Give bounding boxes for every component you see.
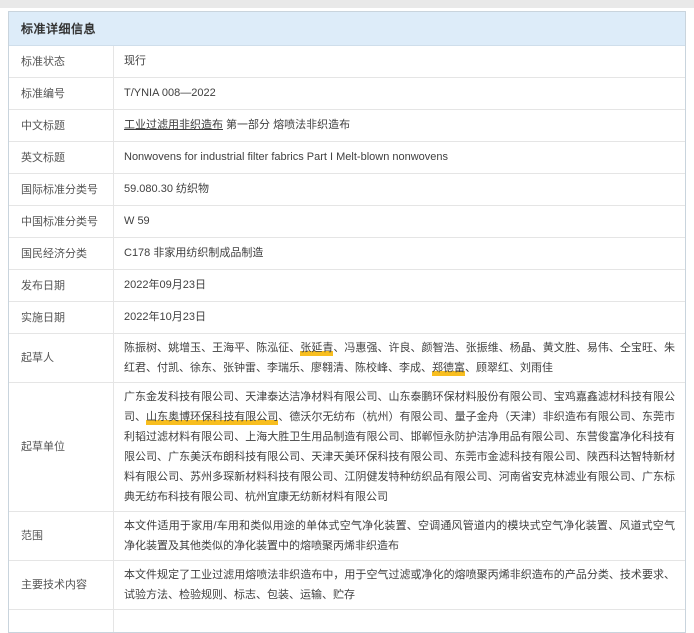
field-label: 实施日期 xyxy=(9,302,114,333)
field-label: 中国标准分类号 xyxy=(9,206,114,237)
table-row: 标准状态 现行 xyxy=(9,46,685,78)
field-value: W 59 xyxy=(114,206,685,237)
field-label: 起草单位 xyxy=(9,383,114,511)
value-text: 、顾翠红、刘雨佳 xyxy=(465,362,553,374)
field-value: 工业过滤用非织造布 第一部分 熔喷法非织造布 xyxy=(114,110,685,141)
standard-title-link[interactable]: 工业过滤用非织造布 xyxy=(124,119,223,131)
standard-detail-panel: 标准详细信息 标准状态 现行 标准编号 T/YNIA 008—2022 中文标题… xyxy=(8,11,686,633)
field-label: 发布日期 xyxy=(9,270,114,301)
field-value: 本文件规定了工业过滤用熔喷法非织造布中，用于空气过滤或净化的熔喷聚丙烯非织造布的… xyxy=(114,561,685,609)
field-label: 国民经济分类 xyxy=(9,238,114,269)
table-row: 国民经济分类 C178 非家用纺织制成品制造 xyxy=(9,238,685,270)
table-row: 中国标准分类号 W 59 xyxy=(9,206,685,238)
table-row: 国际标准分类号 59.080.30 纺织物 xyxy=(9,174,685,206)
field-value: 2022年09月23日 xyxy=(114,270,685,301)
table-row: 主要技术内容 本文件规定了工业过滤用熔喷法非织造布中，用于空气过滤或净化的熔喷聚… xyxy=(9,561,685,610)
field-label: 国际标准分类号 xyxy=(9,174,114,205)
field-label: 起草人 xyxy=(9,334,114,382)
table-row: 标准编号 T/YNIA 008—2022 xyxy=(9,78,685,110)
field-value: 广东金发科技有限公司、天津泰达洁净材料有限公司、山东泰鹏环保材料股份有限公司、宝… xyxy=(114,383,685,511)
field-label: 英文标题 xyxy=(9,142,114,173)
table-row: 范围 本文件适用于家用/车用和类似用途的单体式空气净化装置、空调通风管道内的模块… xyxy=(9,512,685,561)
field-value: C178 非家用纺织制成品制造 xyxy=(114,238,685,269)
field-value: T/YNIA 008—2022 xyxy=(114,78,685,109)
highlighted-text-annotation: 张延青 xyxy=(300,342,333,356)
field-label: 范围 xyxy=(9,512,114,560)
field-value xyxy=(114,610,685,632)
table-row: 实施日期 2022年10月23日 xyxy=(9,302,685,334)
table-row: 中文标题 工业过滤用非织造布 第一部分 熔喷法非织造布 xyxy=(9,110,685,142)
field-label: 中文标题 xyxy=(9,110,114,141)
detail-table: 标准状态 现行 标准编号 T/YNIA 008—2022 中文标题 工业过滤用非… xyxy=(9,46,685,632)
table-row-cutoff xyxy=(9,610,685,632)
field-label: 标准编号 xyxy=(9,78,114,109)
highlighted-text-annotation: 山东奥博环保科技有限公司 xyxy=(146,411,278,425)
page-top-strip xyxy=(0,0,694,8)
field-label: 标准状态 xyxy=(9,46,114,77)
value-text: 陈振树、姚增玉、王海平、陈泓征、 xyxy=(124,342,300,354)
value-text: 第一部分 熔喷法非织造布 xyxy=(223,119,350,131)
field-value: 59.080.30 纺织物 xyxy=(114,174,685,205)
field-value: 本文件适用于家用/车用和类似用途的单体式空气净化装置、空调通风管道内的模块式空气… xyxy=(114,512,685,560)
table-row: 起草单位 广东金发科技有限公司、天津泰达洁净材料有限公司、山东泰鹏环保材料股份有… xyxy=(9,383,685,512)
field-label xyxy=(9,610,114,632)
field-value: Nonwovens for industrial filter fabrics … xyxy=(114,142,685,173)
panel-title: 标准详细信息 xyxy=(9,12,685,46)
highlighted-text-annotation: 郑德富 xyxy=(432,362,465,376)
table-row: 英文标题 Nonwovens for industrial filter fab… xyxy=(9,142,685,174)
field-value: 现行 xyxy=(114,46,685,77)
table-row: 起草人 陈振树、姚增玉、王海平、陈泓征、张延青、冯惠强、许良、颜智浩、张振维、杨… xyxy=(9,334,685,383)
field-value: 2022年10月23日 xyxy=(114,302,685,333)
page: { "panel": { "title": "标准详细信息" }, "color… xyxy=(0,0,694,576)
table-row: 发布日期 2022年09月23日 xyxy=(9,270,685,302)
field-value: 陈振树、姚增玉、王海平、陈泓征、张延青、冯惠强、许良、颜智浩、张振维、杨晶、黄文… xyxy=(114,334,685,382)
field-label: 主要技术内容 xyxy=(9,561,114,609)
